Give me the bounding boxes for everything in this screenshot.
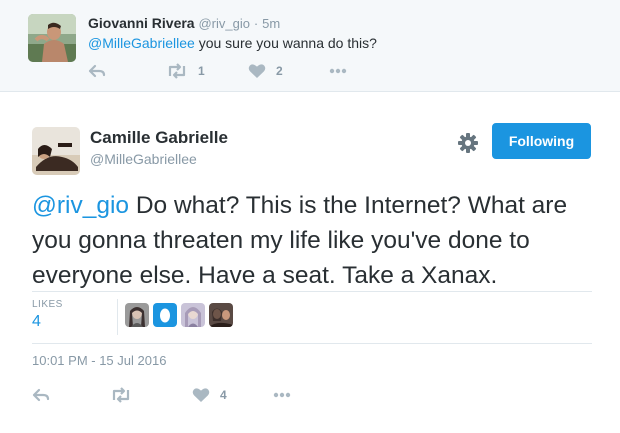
reply-header: Giovanni Rivera @riv_gio · 5m [88,14,280,33]
liker-avatar[interactable] [181,303,205,327]
gear-icon [457,133,479,158]
reply-tweet[interactable]: Giovanni Rivera @riv_gio · 5m @MilleGabr… [0,0,620,92]
reply-actions: 1 2 [88,62,388,80]
reply-body: you sure you wanna do this? [194,35,377,51]
liker-avatar[interactable] [125,303,149,327]
likers-list [125,303,233,327]
main-tweet: Camille Gabrielle @MilleGabriellee Follo [0,93,620,433]
heart-icon [248,63,266,79]
author-fullname[interactable]: Camille Gabrielle [90,128,228,148]
author-username[interactable]: @MilleGabriellee [90,150,197,168]
divider [32,291,592,292]
avatar[interactable] [28,14,76,62]
liker-avatar[interactable] [209,303,233,327]
divider [32,343,592,344]
author-fullname[interactable]: Giovanni Rivera [88,15,195,31]
author-username[interactable]: @riv_gio [198,16,250,31]
like-button[interactable]: 4 [192,385,227,405]
mention-link[interactable]: @MilleGabriellee [88,35,195,51]
likes-count[interactable]: 4 [32,313,41,331]
more-button[interactable] [329,62,347,80]
tweet-text: @riv_gio Do what? This is the Internet? … [32,188,607,293]
tweet-timestamp: 10:01 PM - 15 Jul 2016 [32,353,167,368]
reply-text: @MilleGabriellee you sure you wanna do t… [88,34,377,52]
time-separator: · [253,16,259,31]
stats-separator [117,299,118,335]
liker-avatar[interactable] [153,303,177,327]
likes-label: LIKES [32,299,63,310]
like-button[interactable]: 2 [248,62,283,80]
tweet-time[interactable]: 5m [262,16,280,31]
like-count: 2 [276,64,283,78]
reply-button[interactable] [88,62,106,80]
like-count: 4 [220,388,227,402]
heart-icon [192,387,210,403]
following-button[interactable]: Following [492,123,591,159]
reply-button[interactable] [32,385,50,405]
retweet-icon [110,387,132,403]
avatar[interactable] [32,127,80,175]
reply-icon [32,387,50,403]
more-button[interactable] [273,385,291,405]
user-actions-button[interactable] [457,132,479,154]
mention-link[interactable]: @riv_gio [32,192,129,219]
reply-icon [88,63,106,79]
retweet-icon [166,63,188,79]
retweet-button[interactable]: 1 [166,62,205,80]
retweet-count: 1 [198,64,205,78]
retweet-button[interactable] [110,385,132,405]
tweet-actions: 4 [32,385,332,405]
more-icon [273,392,291,398]
more-icon [329,68,347,74]
